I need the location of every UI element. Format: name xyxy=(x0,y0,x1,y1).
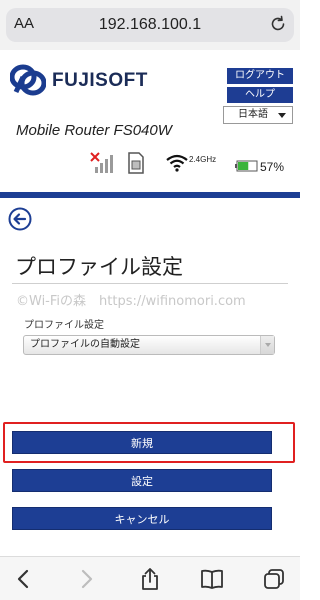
new-button[interactable]: 新規 xyxy=(12,431,272,454)
bookmarks-icon[interactable] xyxy=(200,567,224,591)
profile-setting-label: プロファイル設定 xyxy=(24,320,104,331)
chevron-down-icon xyxy=(260,336,274,354)
wifi-icon xyxy=(166,154,188,172)
browser-address-bar: AA 192.168.100.1 xyxy=(0,0,300,50)
back-arrow-icon[interactable] xyxy=(12,567,36,591)
title-divider xyxy=(12,283,288,284)
chevron-down-icon xyxy=(278,113,286,118)
back-circle-icon[interactable] xyxy=(8,207,32,231)
logout-button[interactable]: ログアウト xyxy=(227,68,293,84)
tabs-icon[interactable] xyxy=(262,567,286,591)
cancel-button[interactable]: キャンセル xyxy=(12,507,272,530)
no-signal-icon xyxy=(90,152,113,173)
wifi-band-label: 2.4GHz xyxy=(189,155,217,164)
fujisoft-logo-icon xyxy=(10,64,46,96)
url-text[interactable]: 192.168.100.1 xyxy=(0,16,300,34)
language-select[interactable]: 日本語 xyxy=(223,106,293,124)
watermark: ©Wi-Fiの森 https://wifinomori.com xyxy=(16,294,246,309)
language-value: 日本語 xyxy=(238,109,268,120)
forward-arrow-icon[interactable] xyxy=(74,567,98,591)
profile-setting-value: プロファイルの自動設定 xyxy=(30,339,140,350)
profile-setting-select[interactable]: プロファイルの自動設定 xyxy=(23,335,275,355)
settings-button[interactable]: 設定 xyxy=(12,469,272,492)
header-divider xyxy=(0,192,300,198)
battery-percent: 57% xyxy=(260,160,285,174)
share-icon[interactable] xyxy=(138,567,162,591)
reload-icon[interactable] xyxy=(268,14,288,34)
router-model: Mobile Router FS040W xyxy=(16,122,172,139)
page-title: プロファイル設定 xyxy=(15,255,183,279)
sim-card-icon xyxy=(128,152,144,174)
brand-name: FUJISOFT xyxy=(52,70,148,91)
battery-icon xyxy=(235,160,258,172)
browser-toolbar xyxy=(0,556,300,600)
help-button[interactable]: ヘルプ xyxy=(227,87,293,103)
